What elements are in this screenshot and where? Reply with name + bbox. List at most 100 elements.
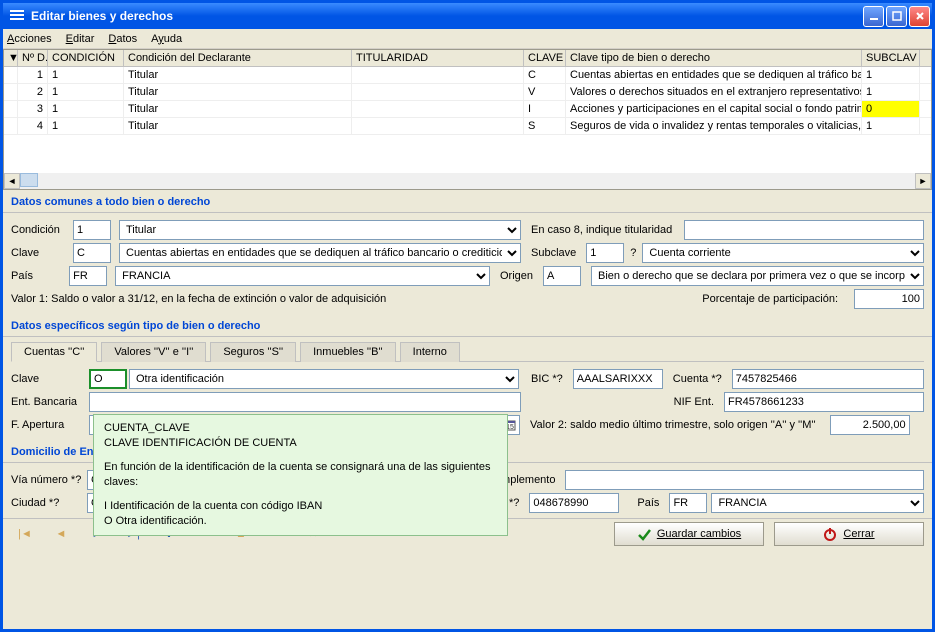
pais-input[interactable] <box>69 266 107 286</box>
lbl-valor2: Valor 2: saldo medio último trimestre, s… <box>530 419 816 431</box>
cell: I <box>524 101 566 117</box>
menu-acciones[interactable]: Acciones <box>7 33 52 45</box>
col-clave[interactable]: CLAVE <box>524 50 566 66</box>
lbl-nifent: NIF Ent. <box>674 396 714 408</box>
tab-inmuebles-b[interactable]: Inmuebles ''B'' <box>300 342 396 362</box>
col-conddecl[interactable]: Condición del Declarante <box>124 50 352 66</box>
cell: 1 <box>48 101 124 117</box>
lbl-subclave: Subclave <box>531 247 576 259</box>
tab-valores-vi[interactable]: Valores ''V'' e ''I'' <box>101 342 206 362</box>
nav-prev-icon[interactable]: ◄ <box>47 524 75 544</box>
origen-select[interactable]: Bien o derecho que se declara por primer… <box>591 266 924 286</box>
condicion-select[interactable]: Titular <box>119 220 521 240</box>
subclave-input[interactable] <box>586 243 624 263</box>
subclave-help-icon[interactable]: ? <box>630 247 636 259</box>
table-row[interactable]: 11TitularCCuentas abiertas en entidades … <box>4 67 931 84</box>
cell: 1 <box>862 118 920 134</box>
cell: Cuentas abiertas en entidades que se ded… <box>566 67 862 83</box>
lbl-cuenta: Cuenta *? <box>673 373 722 385</box>
col-cond[interactable]: CONDICIÓN <box>48 50 124 66</box>
guardar-button[interactable]: Guardar cambios <box>614 522 764 546</box>
cell: V <box>524 84 566 100</box>
lbl-dom-pais: País <box>637 497 659 509</box>
cp-input[interactable] <box>529 493 619 513</box>
clave-select[interactable]: Cuentas abiertas en entidades que se ded… <box>119 243 521 263</box>
data-grid[interactable]: ▼ Nº D. CONDICIÓN Condición del Declaran… <box>3 49 932 190</box>
col-subclav[interactable]: SUBCLAV <box>862 50 920 66</box>
lbl-condicion: Condición <box>11 224 67 236</box>
cell: Titular <box>124 84 352 100</box>
save-icon <box>637 527 651 541</box>
comp-input[interactable] <box>565 470 924 490</box>
dom-pais-select[interactable]: FRANCIA <box>711 493 924 513</box>
menu-ayuda[interactable]: Ayuda <box>151 33 182 45</box>
cell <box>352 101 524 117</box>
cell <box>4 101 18 117</box>
cell: 1 <box>862 67 920 83</box>
cell: C <box>524 67 566 83</box>
cerrar-button[interactable]: Cerrar <box>774 522 924 546</box>
nav-first-icon[interactable]: |◄ <box>11 524 39 544</box>
cell: Valores o derechos situados en el extran… <box>566 84 862 100</box>
table-row[interactable]: 31TitularIAcciones y participaciones en … <box>4 101 931 118</box>
pais-select[interactable]: FRANCIA <box>115 266 490 286</box>
bic-input[interactable] <box>573 369 663 389</box>
tab-seguros-s[interactable]: Seguros ''S'' <box>210 342 296 362</box>
caso8-input[interactable] <box>684 220 924 240</box>
lbl-clave: Clave <box>11 247 67 259</box>
scroll-left-icon[interactable]: ◄ <box>4 173 20 189</box>
col-tit[interactable]: TITULARIDAD <box>352 50 524 66</box>
minimize-button[interactable] <box>863 6 884 27</box>
titlebar: Editar bienes y derechos <box>3 3 932 29</box>
pct-input[interactable] <box>854 289 924 309</box>
col-nd[interactable]: Nº D. <box>18 50 48 66</box>
clave-input[interactable] <box>73 243 111 263</box>
lbl-via: Vía número *? <box>11 474 81 486</box>
lbl-pct: Porcentaje de participación: <box>702 293 838 305</box>
entbanc-input[interactable] <box>89 392 521 412</box>
window-title: Editar bienes y derechos <box>31 9 861 23</box>
menu-datos[interactable]: Datos <box>108 33 137 45</box>
tooltip-cuenta-clave: CUENTA_CLAVE CLAVE IDENTIFICACIÓN DE CUE… <box>93 414 508 536</box>
cell: 1 <box>48 84 124 100</box>
origen-input[interactable] <box>543 266 581 286</box>
lbl-fapertura: F. Apertura <box>11 419 83 431</box>
section-specific-title: Datos específicos según tipo de bien o d… <box>3 314 932 337</box>
cell: 3 <box>18 101 48 117</box>
cell: Titular <box>124 101 352 117</box>
tabs: Cuentas ''C'' Valores ''V'' e ''I'' Segu… <box>11 341 924 362</box>
cell <box>352 84 524 100</box>
dom-pais-input[interactable] <box>669 493 707 513</box>
cell <box>4 118 18 134</box>
valor2-input[interactable] <box>830 415 910 435</box>
cell: S <box>524 118 566 134</box>
cell: Titular <box>124 118 352 134</box>
spec-clave-input[interactable] <box>89 369 127 389</box>
lbl-entbanc: Ent. Bancaria <box>11 396 83 408</box>
subclave-select[interactable]: Cuenta corriente <box>642 243 924 263</box>
cell <box>4 84 18 100</box>
cell: 1 <box>862 84 920 100</box>
cell: 1 <box>48 118 124 134</box>
lbl-valor1: Valor 1: Saldo o valor a 31/12, en la fe… <box>11 293 696 305</box>
cell <box>4 67 18 83</box>
table-row[interactable]: 21TitularVValores o derechos situados en… <box>4 84 931 101</box>
cuenta-input[interactable] <box>732 369 924 389</box>
col-marker[interactable]: ▼ <box>4 50 18 66</box>
scroll-right-icon[interactable]: ► <box>915 173 931 189</box>
condicion-input[interactable] <box>73 220 111 240</box>
maximize-button[interactable] <box>886 6 907 27</box>
power-icon <box>823 527 837 541</box>
spec-clave-select[interactable]: Otra identificación <box>129 369 519 389</box>
cell <box>352 118 524 134</box>
nifent-input[interactable] <box>724 392 924 412</box>
lbl-caso8: En caso 8, indique titularidad <box>531 224 672 236</box>
grid-hscroll[interactable]: ◄ ► <box>4 173 931 189</box>
col-clavetipo[interactable]: Clave tipo de bien o derecho <box>566 50 862 66</box>
table-row[interactable]: 41TitularSSeguros de vida o invalidez y … <box>4 118 931 135</box>
tab-interno[interactable]: Interno <box>400 342 460 362</box>
menu-editar[interactable]: Editar <box>66 33 95 45</box>
tab-cuentas-c[interactable]: Cuentas ''C'' <box>11 342 97 362</box>
close-button[interactable] <box>909 6 930 27</box>
cell <box>352 67 524 83</box>
